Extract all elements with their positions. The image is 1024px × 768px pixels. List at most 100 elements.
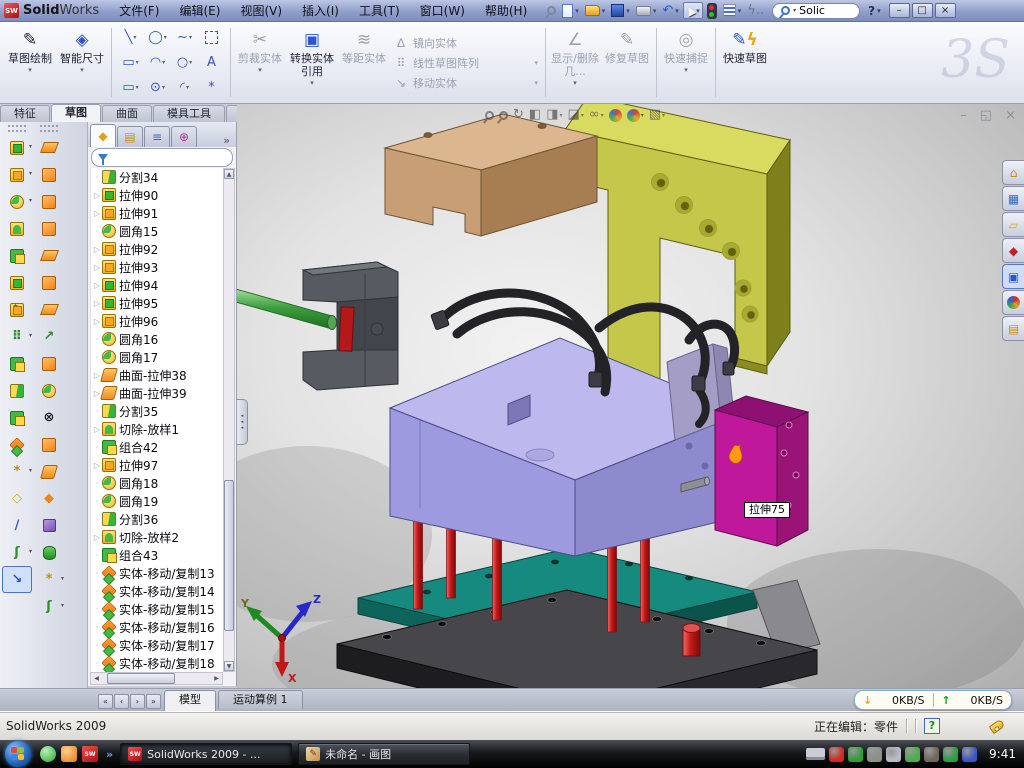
- scroll-right-icon[interactable]: ▶: [211, 673, 222, 684]
- menu-item-2[interactable]: 视图(V): [230, 2, 292, 19]
- sketch-fillet-icon[interactable]: ◜▾: [180, 75, 189, 100]
- fillet-surface-button[interactable]: [34, 377, 64, 404]
- tree-item-6[interactable]: ▷拉伸94: [91, 276, 223, 294]
- scroll-left-icon[interactable]: ◀: [91, 673, 102, 684]
- fillet-icon-dropdown[interactable]: ▾: [29, 197, 32, 204]
- configurationmanager-tab[interactable]: ≡: [144, 126, 170, 147]
- model-part-magenta-block[interactable]: [715, 396, 808, 546]
- swept-surface-button[interactable]: [34, 188, 64, 215]
- expand-icon[interactable]: ▷: [92, 281, 102, 290]
- untrim-surface-button[interactable]: [34, 512, 64, 539]
- messenger-status-icon[interactable]: [962, 747, 977, 762]
- taskbar-button-0[interactable]: SWSolidWorks 2009 - ...: [120, 743, 292, 765]
- undo-icon[interactable]: ↶▾: [660, 3, 680, 19]
- planar-surface-button[interactable]: [34, 296, 64, 323]
- display-style-icon-dropdown[interactable]: ▾: [581, 112, 584, 119]
- extruded-cut-icon-dropdown[interactable]: ▾: [29, 170, 32, 177]
- trim-surface-button[interactable]: ◆: [34, 485, 64, 512]
- view-settings-button[interactable]: ▧▾: [649, 106, 665, 124]
- tree-overflow-icon[interactable]: »: [219, 134, 234, 147]
- sketch-text-icon[interactable]: A: [207, 50, 216, 75]
- expand-icon[interactable]: ▷: [92, 263, 102, 272]
- expand-icon[interactable]: ▷: [92, 533, 102, 542]
- print-icon[interactable]: ▾: [634, 5, 659, 17]
- panel-splitter-handle[interactable]: ◂◂◂: [237, 399, 248, 445]
- instant3d-button[interactable]: ↘: [2, 566, 32, 593]
- options-icon[interactable]: ▾: [721, 3, 744, 18]
- firewall-icon[interactable]: [848, 747, 863, 762]
- sketch-fillet-icon-dropdown[interactable]: ▾: [186, 84, 189, 91]
- appearances-tab[interactable]: [1002, 290, 1024, 315]
- convert-dropdown-icon[interactable]: ▾: [310, 79, 314, 87]
- graphics-area[interactable]: Y Z X ↻◧◨▾◪▾∞▾▾▧▾ – ◱ × ⌂▦▱◆▣▤ 拉伸75: [237, 104, 1024, 688]
- file-explorer-tab[interactable]: ▱: [1002, 212, 1024, 237]
- expand-icon[interactable]: ▷: [92, 461, 102, 470]
- tree-item-0[interactable]: ·分割34: [91, 168, 223, 186]
- hole-wizard-button[interactable]: *: [2, 296, 32, 323]
- circle-icon-dropdown[interactable]: ▾: [164, 34, 167, 41]
- tag-icon[interactable]: [989, 718, 1006, 733]
- tree-item-26[interactable]: ·实体-移动/复制17: [91, 636, 223, 654]
- surface-point-icon-dropdown[interactable]: ▾: [61, 575, 64, 582]
- tree-item-22[interactable]: ·实体-移动/复制13: [91, 564, 223, 582]
- menu-item-6[interactable]: 帮助(H): [475, 2, 537, 19]
- minimize-button[interactable]: –: [889, 3, 910, 18]
- rectangle-icon-dropdown[interactable]: ▾: [136, 59, 139, 66]
- move-copy-body-button[interactable]: [2, 431, 32, 458]
- search-box[interactable]: ▾: [772, 3, 860, 19]
- save-icon-dropdown[interactable]: ▾: [626, 7, 630, 15]
- restore-button[interactable]: □: [912, 3, 933, 18]
- scroll-up-icon[interactable]: ▲: [224, 169, 234, 179]
- zoom-fit-button[interactable]: [485, 111, 494, 120]
- featuremanager-tab[interactable]: ◆: [90, 124, 116, 147]
- linear-sketch-pattern-button[interactable]: ⠿ 线性草图阵列 ▾: [390, 53, 542, 73]
- knit-surface-button[interactable]: ↗: [34, 323, 64, 350]
- extruded-surface-button[interactable]: [34, 134, 64, 161]
- linear-pattern-button[interactable]: ⠿▾: [2, 323, 32, 350]
- menu-item-3[interactable]: 插入(I): [292, 2, 349, 19]
- open-icon-dropdown[interactable]: ▾: [602, 7, 606, 15]
- tree-item-25[interactable]: ·实体-移动/复制16: [91, 618, 223, 636]
- tree-item-19[interactable]: ·分割36: [91, 510, 223, 528]
- tree-item-1[interactable]: ▷拉伸90: [91, 186, 223, 204]
- apply-scene-icon-dropdown[interactable]: ▾: [641, 112, 644, 119]
- model-3d-view[interactable]: Y Z X: [237, 104, 1024, 688]
- linear-pattern-icon-dropdown[interactable]: ▾: [29, 332, 32, 339]
- toolbar-grip[interactable]: [8, 125, 26, 132]
- sketch-dropdown-icon[interactable]: ▾: [28, 66, 32, 74]
- doc-close-button[interactable]: ×: [1005, 108, 1016, 123]
- tree-item-14[interactable]: ▷切除-放样1: [91, 420, 223, 438]
- undo-icon-dropdown[interactable]: ▾: [675, 7, 679, 15]
- menu-item-0[interactable]: 文件(F): [109, 2, 169, 19]
- expand-icon[interactable]: ▷: [92, 245, 102, 254]
- reference-point-icon-dropdown[interactable]: ▾: [29, 467, 32, 474]
- fillet-button[interactable]: ▾: [2, 188, 32, 215]
- hide-show-items-button[interactable]: ∞▾: [589, 106, 604, 124]
- tree-item-24[interactable]: ·实体-移动/复制15: [91, 600, 223, 618]
- circle-icon[interactable]: ◯▾: [148, 25, 167, 50]
- section-view-button[interactable]: ◧: [529, 106, 541, 124]
- smart-dimension-dropdown-icon[interactable]: ▾: [80, 66, 84, 74]
- tree-item-21[interactable]: ·组合43: [91, 546, 223, 564]
- trim-entities-button[interactable]: ✂ 剪裁实体 ▾: [234, 24, 286, 101]
- status-help-button[interactable]: ?: [924, 718, 940, 734]
- expand-icon[interactable]: ▷: [92, 317, 102, 326]
- expand-icon[interactable]: ▷: [92, 425, 102, 434]
- polygon-icon[interactable]: ⊙▾: [150, 75, 165, 100]
- dimxpertmanager-tab[interactable]: ⊕: [171, 126, 197, 147]
- boundary-surface-button[interactable]: [34, 242, 64, 269]
- tree-horizontal-scrollbar[interactable]: ◀ ▶: [90, 672, 223, 685]
- model-part-tan-block[interactable]: [385, 114, 597, 236]
- save-icon[interactable]: ▾: [609, 3, 632, 18]
- arc-icon[interactable]: ◠▾: [150, 50, 165, 75]
- help-button[interactable]: ? ▾: [868, 4, 880, 18]
- quick-snaps-button[interactable]: ◎ 快速捕捉 ▾: [660, 24, 712, 101]
- tab-模具工具[interactable]: 模具工具: [153, 105, 225, 122]
- menu-item-1[interactable]: 编辑(E): [170, 2, 231, 19]
- view-orientation-icon-dropdown[interactable]: ▾: [560, 112, 563, 119]
- slot-icon-dropdown[interactable]: ▾: [136, 84, 139, 91]
- scrollbar-thumb[interactable]: [224, 480, 234, 631]
- expand-icon[interactable]: ▷: [92, 299, 102, 308]
- combine-bodies-button[interactable]: [2, 350, 32, 377]
- surface-curve-button[interactable]: ʃ▾: [34, 593, 64, 620]
